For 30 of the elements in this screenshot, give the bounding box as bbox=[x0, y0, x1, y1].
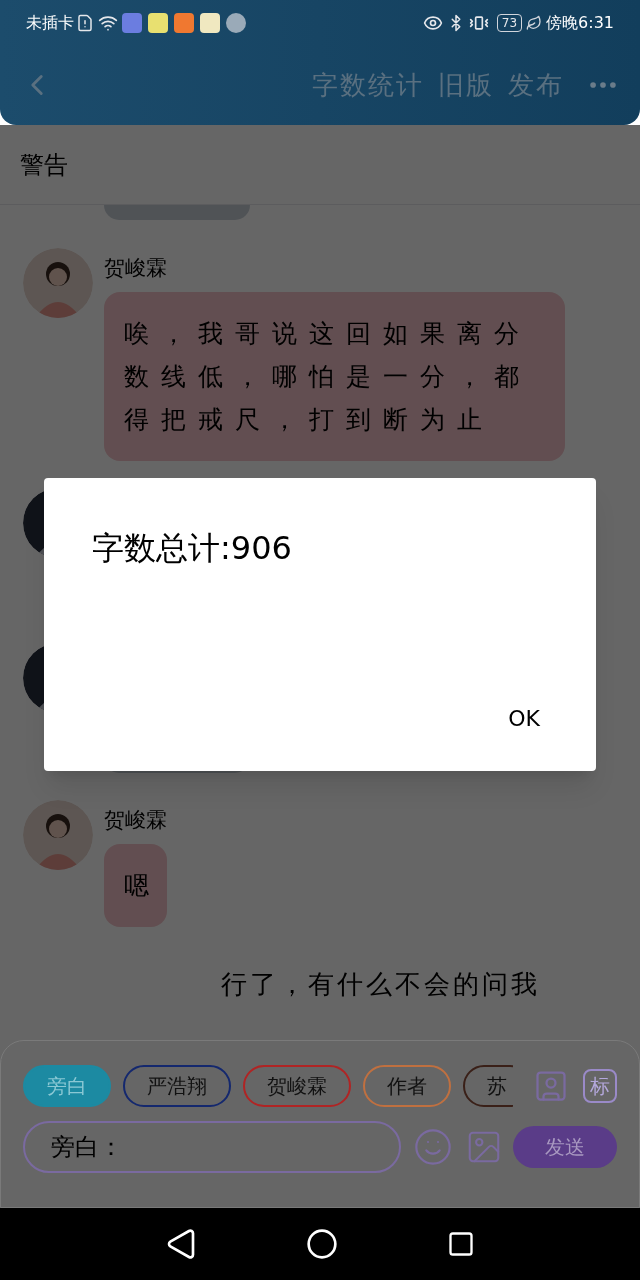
role-chip[interactable]: 作者 bbox=[363, 1065, 451, 1107]
app-icon bbox=[174, 12, 194, 33]
header-action[interactable]: 发布 bbox=[508, 65, 564, 105]
app-icon bbox=[148, 12, 168, 33]
header-action[interactable]: 旧版 bbox=[438, 65, 494, 105]
send-button[interactable]: 发送 bbox=[513, 1126, 617, 1168]
home-icon[interactable] bbox=[306, 1228, 338, 1260]
narration-text: 行了，有什么不会的问我 bbox=[220, 968, 540, 1001]
app-icon bbox=[200, 12, 220, 33]
sim-icon bbox=[76, 13, 94, 32]
carrier-text: 未插卡 bbox=[26, 11, 74, 34]
message-bubble: 唉，我哥说这回如果离分数线低，哪怕是一分，都得把戒尺，打到断为止 bbox=[104, 292, 565, 461]
ok-button[interactable]: OK bbox=[492, 696, 556, 741]
message-bubble: 嗯 bbox=[104, 844, 167, 927]
dialog-message: 字数总计:906 bbox=[92, 528, 293, 569]
battery-icon: 73 bbox=[496, 13, 523, 32]
leaf-icon bbox=[526, 14, 543, 31]
role-chip[interactable]: 严浩翔 bbox=[123, 1065, 231, 1107]
app-icon bbox=[122, 12, 142, 33]
role-chip[interactable]: 苏 bbox=[463, 1065, 513, 1107]
role-chip[interactable]: 旁白 bbox=[23, 1065, 111, 1107]
sender-name: 贺峻霖 bbox=[104, 807, 167, 834]
clock-text: 傍晚6:31 bbox=[546, 11, 614, 34]
header-action[interactable]: 字数统计 bbox=[312, 65, 424, 105]
section-title: 警告 bbox=[20, 149, 68, 181]
sender-name: 贺峻霖 bbox=[104, 255, 167, 282]
tag-button[interactable]: 标 bbox=[583, 1069, 617, 1103]
recents-icon[interactable] bbox=[447, 1230, 476, 1258]
role-chip[interactable]: 贺峻霖 bbox=[243, 1065, 351, 1107]
message-field[interactable]: 旁白： bbox=[23, 1121, 401, 1173]
